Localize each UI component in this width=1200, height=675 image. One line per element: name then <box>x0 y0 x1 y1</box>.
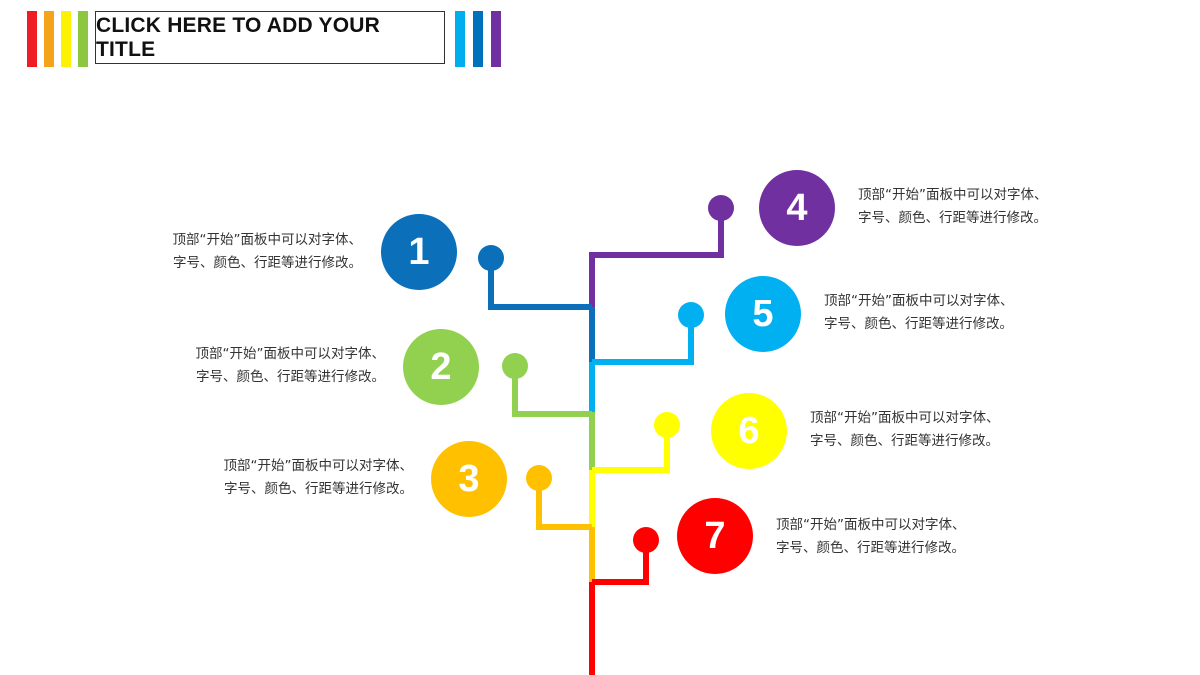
item-description-7[interactable]: 顶部“开始”面板中可以对字体、 字号、颜色、行距等进行修改。 <box>776 514 966 560</box>
description-line: 顶部“开始”面板中可以对字体、 <box>810 410 1000 426</box>
branch-6 <box>592 425 670 473</box>
item-description-3[interactable]: 顶部“开始”面板中可以对字体、 字号、颜色、行距等进行修改。 <box>224 455 414 501</box>
item-description-5[interactable]: 顶部“开始”面板中可以对字体、 字号、颜色、行距等进行修改。 <box>824 290 1014 336</box>
branch-dot-2 <box>502 353 528 379</box>
description-line: 字号、颜色、行距等进行修改。 <box>224 481 413 497</box>
branch-4 <box>592 208 724 258</box>
number-circle-7: 7 <box>677 498 753 574</box>
number-circle-5: 5 <box>725 276 801 352</box>
number-circle-3: 3 <box>431 441 507 517</box>
number-circle-2: 2 <box>403 329 479 405</box>
description-line: 字号、颜色、行距等进行修改。 <box>196 369 385 385</box>
description-line: 字号、颜色、行距等进行修改。 <box>858 210 1047 226</box>
number-circle-6: 6 <box>711 393 787 469</box>
description-line: 顶部“开始”面板中可以对字体、 <box>824 293 1014 309</box>
description-line: 字号、颜色、行距等进行修改。 <box>173 255 362 271</box>
description-line: 顶部“开始”面板中可以对字体、 <box>223 458 414 474</box>
branch-5 <box>592 315 694 365</box>
branch-2 <box>512 366 592 417</box>
description-line: 字号、颜色、行距等进行修改。 <box>776 540 965 556</box>
description-line: 顶部“开始”面板中可以对字体、 <box>858 187 1048 203</box>
tree-connectors <box>478 195 734 675</box>
item-description-1[interactable]: 顶部“开始”面板中可以对字体、 字号、颜色、行距等进行修改。 <box>173 229 363 275</box>
branch-dot-7 <box>633 527 659 553</box>
item-description-2[interactable]: 顶部“开始”面板中可以对字体、 字号、颜色、行距等进行修改。 <box>196 343 386 389</box>
description-line: 顶部“开始”面板中可以对字体、 <box>776 517 966 533</box>
branch-dot-6 <box>654 412 680 438</box>
description-line: 顶部“开始”面板中可以对字体、 <box>172 232 363 248</box>
branch-dot-3 <box>526 465 552 491</box>
branch-dot-5 <box>678 302 704 328</box>
description-line: 字号、颜色、行距等进行修改。 <box>824 316 1013 332</box>
number-circle-1: 1 <box>381 214 457 290</box>
branch-1 <box>488 258 592 310</box>
item-description-6[interactable]: 顶部“开始”面板中可以对字体、 字号、颜色、行距等进行修改。 <box>810 407 1000 453</box>
branch-dot-4 <box>708 195 734 221</box>
item-description-4[interactable]: 顶部“开始”面板中可以对字体、 字号、颜色、行距等进行修改。 <box>858 184 1048 230</box>
branch-dot-1 <box>478 245 504 271</box>
description-line: 顶部“开始”面板中可以对字体、 <box>195 346 386 362</box>
number-circle-4: 4 <box>759 170 835 246</box>
description-line: 字号、颜色、行距等进行修改。 <box>810 433 999 449</box>
